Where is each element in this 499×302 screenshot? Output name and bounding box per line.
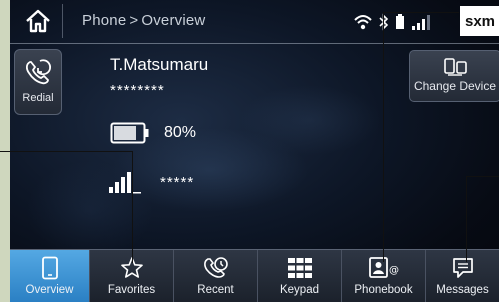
tab-overview-label: Overview [25, 284, 74, 296]
change-device-label: Change Device [413, 79, 497, 93]
change-device-button[interactable]: Change Device [409, 50, 499, 102]
signal-status: ***** [108, 168, 194, 196]
callout-line-favorites-h [10, 151, 133, 152]
redial-icon [25, 59, 52, 85]
callout-line-favorites-v [132, 151, 133, 263]
tab-overview[interactable]: Overview [10, 250, 90, 302]
battery-percent: 80% [164, 124, 197, 141]
status-bar: Phone > Overview [10, 0, 499, 44]
callout-line-phonebook-v [383, 12, 384, 262]
tab-phonebook[interactable]: @ Phonebook [342, 250, 426, 302]
signal-bars-icon [109, 172, 141, 194]
bluetooth-icon [379, 13, 389, 31]
breadcrumb-root: Phone [82, 12, 127, 29]
breadcrumb: Phone > Overview [82, 12, 205, 29]
callout-line-messages-h [466, 176, 499, 177]
tab-keypad-label: Keypad [279, 284, 319, 296]
device-name: T.Matsumaru [110, 55, 209, 74]
callout-line-messages-v [466, 176, 467, 262]
redial-label: Redial [22, 92, 54, 104]
tab-phonebook-label: Phonebook [354, 284, 413, 296]
svg-text:@: @ [389, 265, 399, 276]
stage: Phone > Overview Redial T.Matsumaru ****… [0, 0, 499, 302]
tab-messages-label: Messages [436, 284, 489, 296]
breadcrumb-current: Overview [141, 12, 206, 29]
home-icon [26, 9, 50, 33]
redial-button[interactable]: Redial [14, 49, 62, 115]
callout-line-phonebook-h [383, 12, 459, 13]
sxm-badge: sxm [460, 6, 499, 36]
breadcrumb-separator: > [129, 12, 139, 29]
device-number: ******** [110, 82, 165, 99]
change-device-icon [444, 58, 467, 76]
tab-recent[interactable]: Recent [174, 250, 258, 302]
callout-line-left [0, 151, 10, 152]
tab-recent-label: Recent [197, 284, 234, 296]
phone-screen: Phone > Overview Redial T.Matsumaru ****… [10, 0, 499, 302]
battery-icon [110, 122, 149, 144]
phone-icon [41, 256, 58, 280]
tab-favorites-label: Favorites [107, 284, 156, 296]
signal-strength-icon [412, 15, 430, 30]
messages-icon [452, 258, 473, 278]
bottom-nav: Overview Favorites Recent Keypad @ Phone… [10, 249, 499, 302]
signal-masked: ***** [160, 173, 195, 191]
tab-keypad[interactable]: Keypad [258, 250, 342, 302]
home-button[interactable] [14, 4, 63, 38]
battery-status: 80% [110, 120, 196, 146]
wifi-icon [354, 15, 372, 30]
keypad-icon [287, 258, 312, 278]
status-icons [353, 10, 433, 34]
recent-calls-icon [203, 257, 228, 278]
phone-battery-icon [396, 14, 404, 29]
tab-messages[interactable]: Messages [426, 250, 499, 302]
